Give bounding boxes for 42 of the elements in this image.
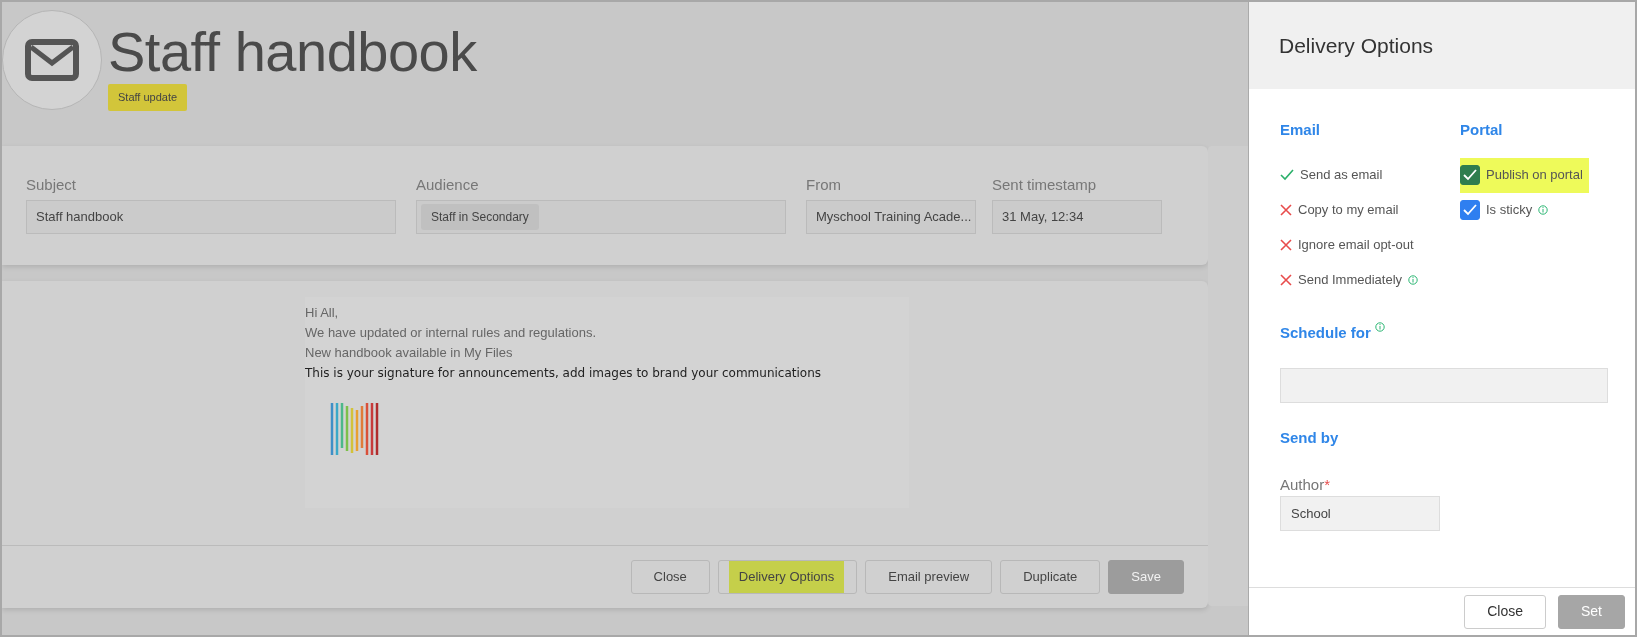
message-line: New handbook available in My Files xyxy=(305,344,514,362)
section-heading: Schedule for xyxy=(1280,322,1371,343)
footer-button[interactable]: Close xyxy=(630,560,710,594)
field-label: Subject xyxy=(26,175,78,195)
option-label: Send Immediately xyxy=(1298,271,1403,290)
section-heading: Send by xyxy=(1280,428,1340,448)
field-label: Author xyxy=(1280,475,1325,493)
footer-button[interactable]: Email preview xyxy=(865,560,993,594)
checkbox[interactable] xyxy=(1460,200,1480,220)
panel-title: Delivery Options xyxy=(1249,2,1635,89)
info-icon xyxy=(1408,275,1419,285)
field-label: From xyxy=(806,175,842,195)
section-heading: Portal xyxy=(1460,120,1504,140)
input-field[interactable]: Myschool Training Acade... xyxy=(806,199,976,234)
footer-button[interactable]: Duplicate xyxy=(1000,560,1101,594)
logo-drawing xyxy=(329,403,379,455)
section-heading: Email xyxy=(1280,120,1322,140)
field-label: Sent timestamp xyxy=(992,175,1098,195)
info-icon xyxy=(1374,321,1385,332)
schedule-input[interactable] xyxy=(1280,368,1608,403)
input-field[interactable]: Staff handbook xyxy=(26,199,396,234)
envelope-icon xyxy=(25,39,79,81)
audience-chip: Staff in Secondary xyxy=(421,203,539,230)
message-line: Hi All, xyxy=(305,304,340,322)
field-label: Audience xyxy=(416,175,480,195)
message-line: We have updated or internal rules and regulations. xyxy=(305,324,597,342)
input-field[interactable]: 31 May, 12:34 xyxy=(992,199,1162,234)
option-label: Copy to my email xyxy=(1298,201,1399,220)
author-input[interactable]: School xyxy=(1280,496,1440,531)
panel-button[interactable]: Close xyxy=(1464,594,1546,629)
footer-button[interactable]: Delivery Options xyxy=(717,560,858,594)
checkbox[interactable] xyxy=(1460,165,1480,185)
signature-text: This is your signature for announcements, add images to brand your communications xyxy=(305,365,823,382)
info-icon xyxy=(1538,205,1549,215)
page-title: Staff handbook xyxy=(108,24,477,80)
option-label: Publish on portal xyxy=(1486,166,1583,185)
option-label: Is sticky xyxy=(1486,201,1533,220)
category-tag: Staff update xyxy=(108,84,188,111)
required-mark: * xyxy=(1324,475,1331,493)
option-label: Send as email xyxy=(1300,166,1383,185)
input-field[interactable]: Staff in Secondary xyxy=(416,199,786,234)
option-label: Ignore email opt-out xyxy=(1298,236,1414,255)
